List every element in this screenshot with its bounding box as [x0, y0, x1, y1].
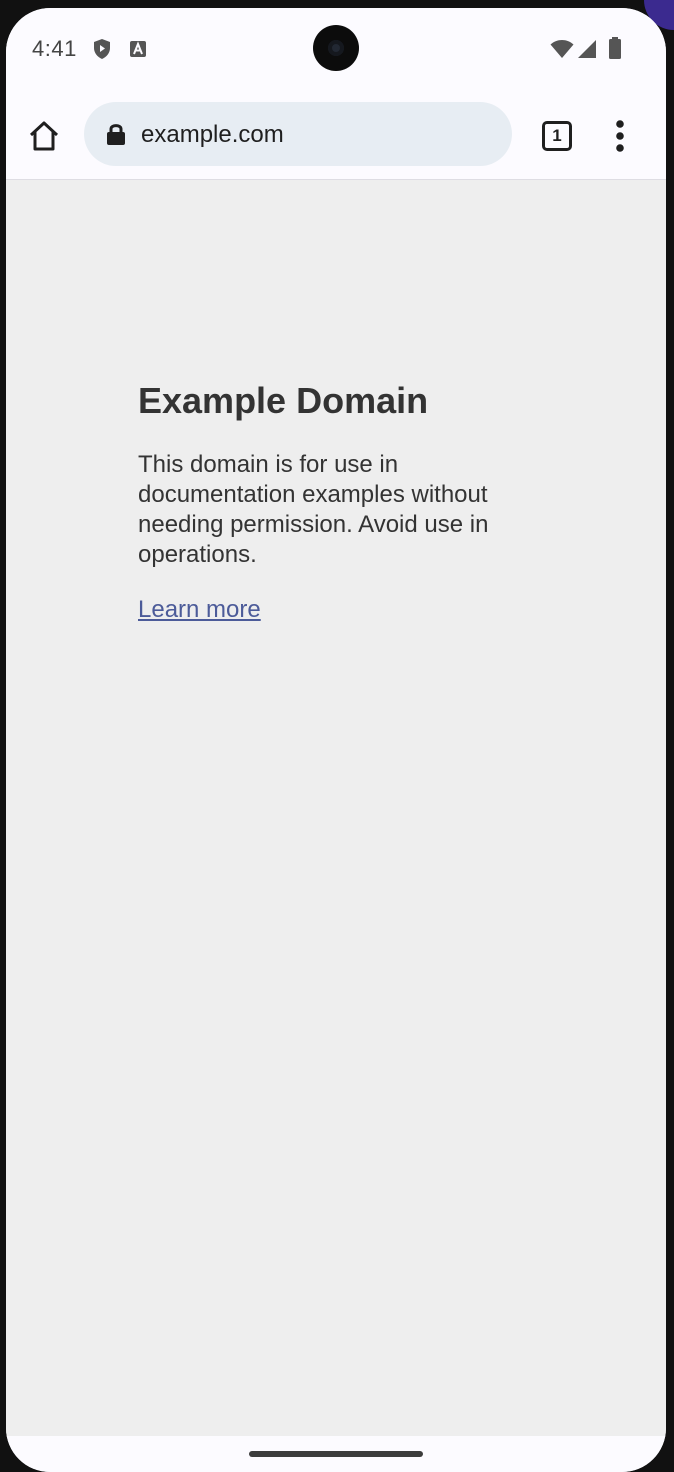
lock-icon: [106, 122, 126, 146]
status-bar: 4:41: [6, 8, 666, 90]
navigation-bar: [6, 1436, 666, 1472]
status-time: 4:41: [32, 36, 77, 61]
learn-more-link[interactable]: Learn more: [138, 596, 261, 624]
web-content: Example Domain This domain is for use in…: [6, 180, 666, 1436]
battery-icon: [608, 37, 622, 64]
screen: 4:41 example.com 1 Example Domain This d…: [6, 8, 666, 1472]
browser-toolbar: example.com 1: [6, 90, 666, 180]
url-bar[interactable]: example.com: [84, 102, 512, 166]
tab-switcher-button[interactable]: 1: [542, 121, 572, 151]
more-vert-icon[interactable]: [610, 118, 630, 154]
shield-icon: [92, 38, 112, 65]
phone-frame: 4:41 example.com 1 Example Domain This d…: [0, 0, 674, 1472]
url-text: example.com: [141, 121, 284, 148]
home-icon[interactable]: [28, 120, 60, 152]
font-a-icon: [130, 41, 146, 62]
page-title: Example Domain: [138, 380, 429, 421]
page-body-text: This domain is for use in documentation …: [138, 451, 489, 568]
front-camera: [313, 25, 359, 71]
signal-icon: [577, 39, 597, 64]
gesture-handle[interactable]: [249, 1451, 423, 1457]
wifi-icon: [550, 39, 574, 64]
